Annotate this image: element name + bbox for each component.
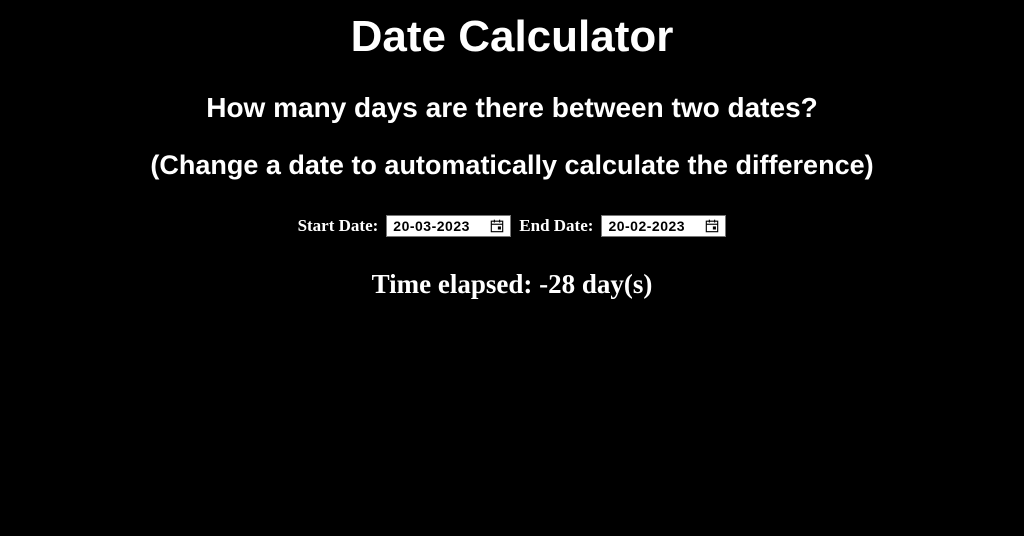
calendar-icon[interactable]: [705, 219, 719, 233]
end-date-input[interactable]: 20-02-2023: [601, 215, 726, 237]
page-title: Date Calculator: [0, 12, 1024, 62]
start-date-value: 20-03-2023: [393, 218, 470, 234]
instruction-text: (Change a date to automatically calculat…: [0, 150, 1024, 181]
date-inputs-row: Start Date: 20-03-2023 End Date: 20-02-2…: [0, 215, 1024, 237]
result-text: Time elapsed: -28 day(s): [0, 269, 1024, 300]
start-date-label: Start Date:: [298, 216, 379, 236]
end-date-label: End Date:: [519, 216, 593, 236]
calendar-icon[interactable]: [490, 219, 504, 233]
start-date-input[interactable]: 20-03-2023: [386, 215, 511, 237]
subtitle: How many days are there between two date…: [0, 92, 1024, 124]
end-date-value: 20-02-2023: [608, 218, 685, 234]
